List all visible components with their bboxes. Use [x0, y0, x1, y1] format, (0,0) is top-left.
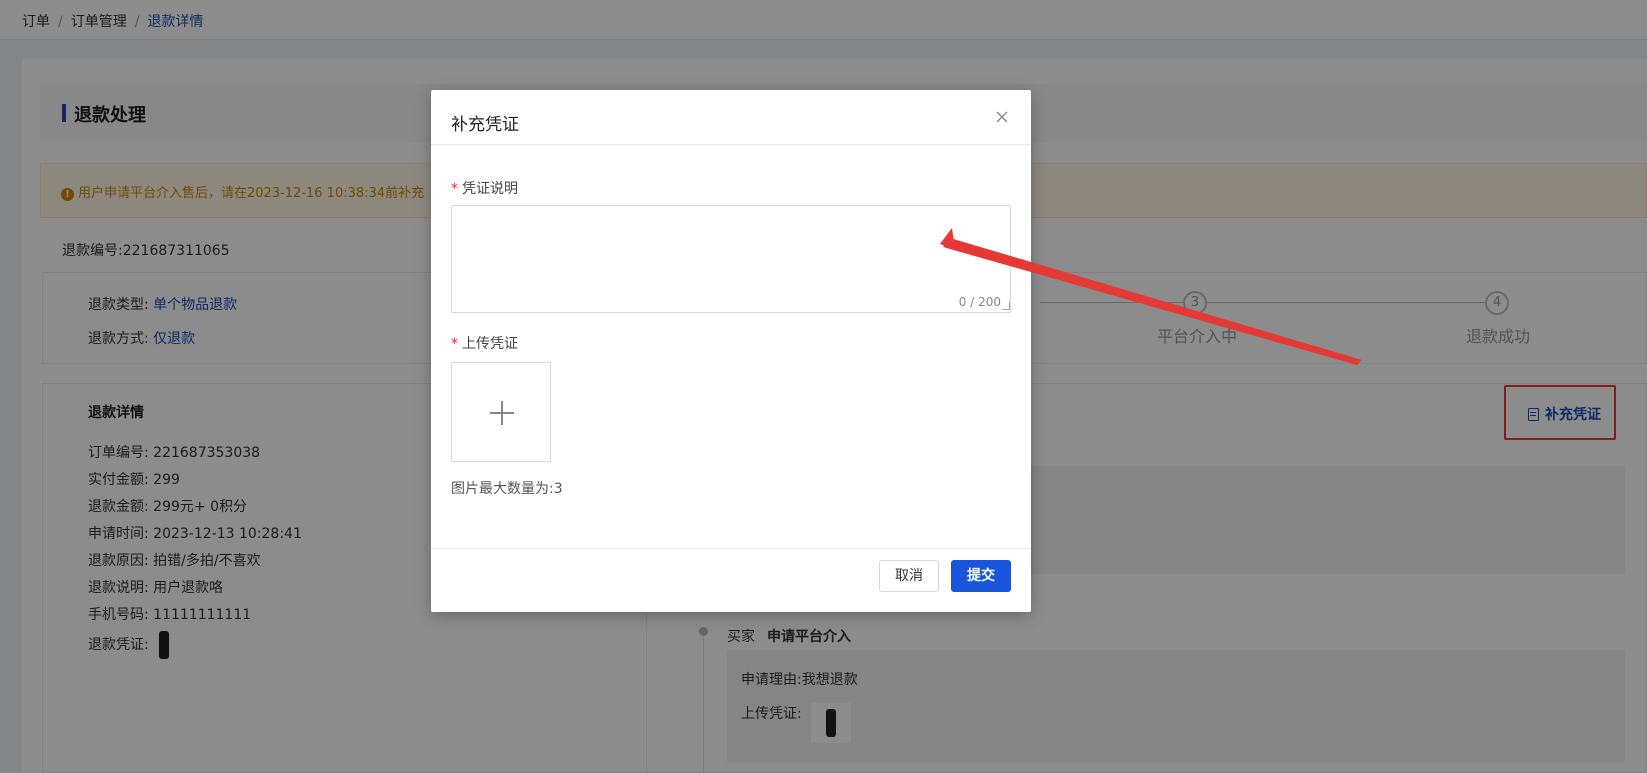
plus-icon-vertical — [501, 401, 503, 425]
dialog-header: 补充凭证 — [431, 90, 1031, 145]
evidence-description-input[interactable] — [451, 205, 1011, 313]
close-icon[interactable] — [993, 108, 1011, 126]
upload-button[interactable] — [451, 362, 551, 462]
upload-evidence-label-text: 上传凭证 — [462, 336, 518, 352]
required-mark: * — [451, 336, 458, 352]
char-counter: 0 / 200 — [958, 295, 1001, 309]
dialog-footer-divider — [431, 548, 1031, 549]
evidence-description-label-text: 凭证说明 — [462, 181, 518, 197]
submit-button[interactable]: 提交 — [951, 560, 1011, 592]
cancel-button[interactable]: 取消 — [879, 560, 939, 592]
upload-hint: 图片最大数量为:3 — [451, 481, 563, 497]
required-mark: * — [451, 181, 458, 197]
dialog-title: 补充凭证 — [451, 115, 519, 135]
evidence-description-label: * 凭证说明 — [451, 178, 518, 198]
supply-evidence-dialog: 补充凭证 * 凭证说明 0 / 200 * 上传凭证 图片最大数量为:3 取消 提交 — [431, 90, 1031, 612]
upload-evidence-label: * 上传凭证 — [451, 333, 518, 353]
resize-handle[interactable] — [1002, 302, 1010, 310]
